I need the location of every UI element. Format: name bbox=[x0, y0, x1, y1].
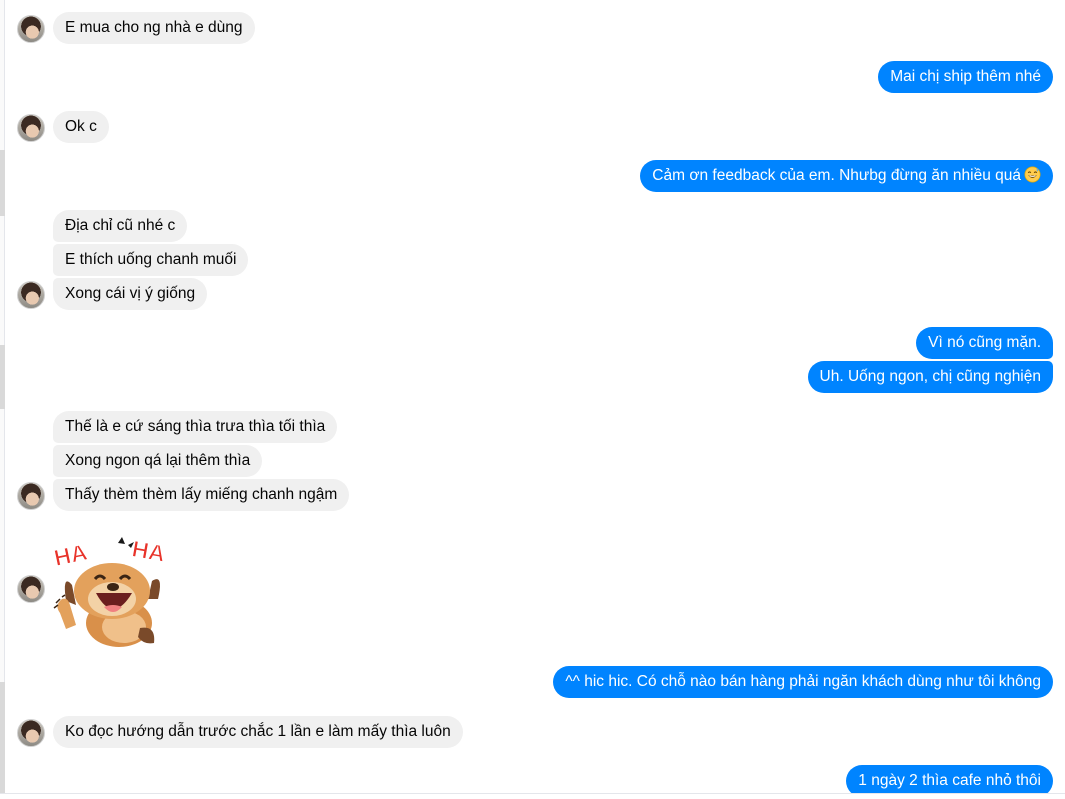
contact-avatar[interactable] bbox=[17, 482, 45, 510]
incoming-message[interactable]: Ok c bbox=[53, 111, 109, 143]
outgoing-message[interactable]: Cảm ơn feedback của em. Nhưbg đừng ăn nh… bbox=[640, 160, 1053, 192]
sticker-ha-right: HA bbox=[130, 535, 167, 566]
composer-divider bbox=[0, 793, 1065, 799]
outgoing-message[interactable]: Vì nó cũng mặn. bbox=[916, 327, 1053, 359]
outgoing-message[interactable]: Uh. Uống ngon, chị cũng nghiện bbox=[807, 361, 1053, 393]
contact-avatar[interactable] bbox=[17, 281, 45, 309]
contact-avatar[interactable] bbox=[17, 114, 45, 142]
incoming-message[interactable]: Ko đọc hướng dẫn trước chắc 1 lần e làm … bbox=[53, 716, 463, 748]
incoming-message[interactable]: Xong ngon qá lại thêm thìa bbox=[53, 445, 263, 477]
grinning-sweat-emoji bbox=[1024, 166, 1041, 183]
scroll-edge bbox=[0, 0, 5, 799]
incoming-message[interactable]: E mua cho ng nhà e dùng bbox=[53, 12, 255, 44]
message-text: Cảm ơn feedback của em. Nhưbg đừng ăn nh… bbox=[652, 167, 1021, 184]
outgoing-message[interactable]: Mai chị ship thêm nhé bbox=[878, 61, 1053, 93]
incoming-message[interactable]: Xong cái vị ý giống bbox=[53, 278, 208, 310]
laughing-dog-sticker[interactable]: HA HA bbox=[52, 533, 172, 651]
edge-marker bbox=[0, 150, 5, 216]
contact-avatar[interactable] bbox=[17, 15, 45, 43]
outgoing-message[interactable]: ^^ hic hic. Có chỗ nào bán hàng phải ngă… bbox=[553, 666, 1053, 698]
incoming-message[interactable]: Thấy thèm thèm lấy miếng chanh ngậm bbox=[53, 479, 350, 511]
contact-avatar[interactable] bbox=[17, 575, 45, 603]
incoming-message[interactable]: Thế là e cứ sáng thìa trưa thìa tối thìa bbox=[53, 411, 338, 443]
incoming-message[interactable]: Địa chỉ cũ nhé c bbox=[53, 210, 188, 242]
edge-marker bbox=[0, 682, 5, 799]
contact-avatar[interactable] bbox=[17, 719, 45, 747]
edge-marker bbox=[0, 345, 5, 409]
sticker-ha-left: HA bbox=[52, 539, 90, 571]
incoming-message[interactable]: E thích uống chanh muối bbox=[53, 244, 249, 276]
